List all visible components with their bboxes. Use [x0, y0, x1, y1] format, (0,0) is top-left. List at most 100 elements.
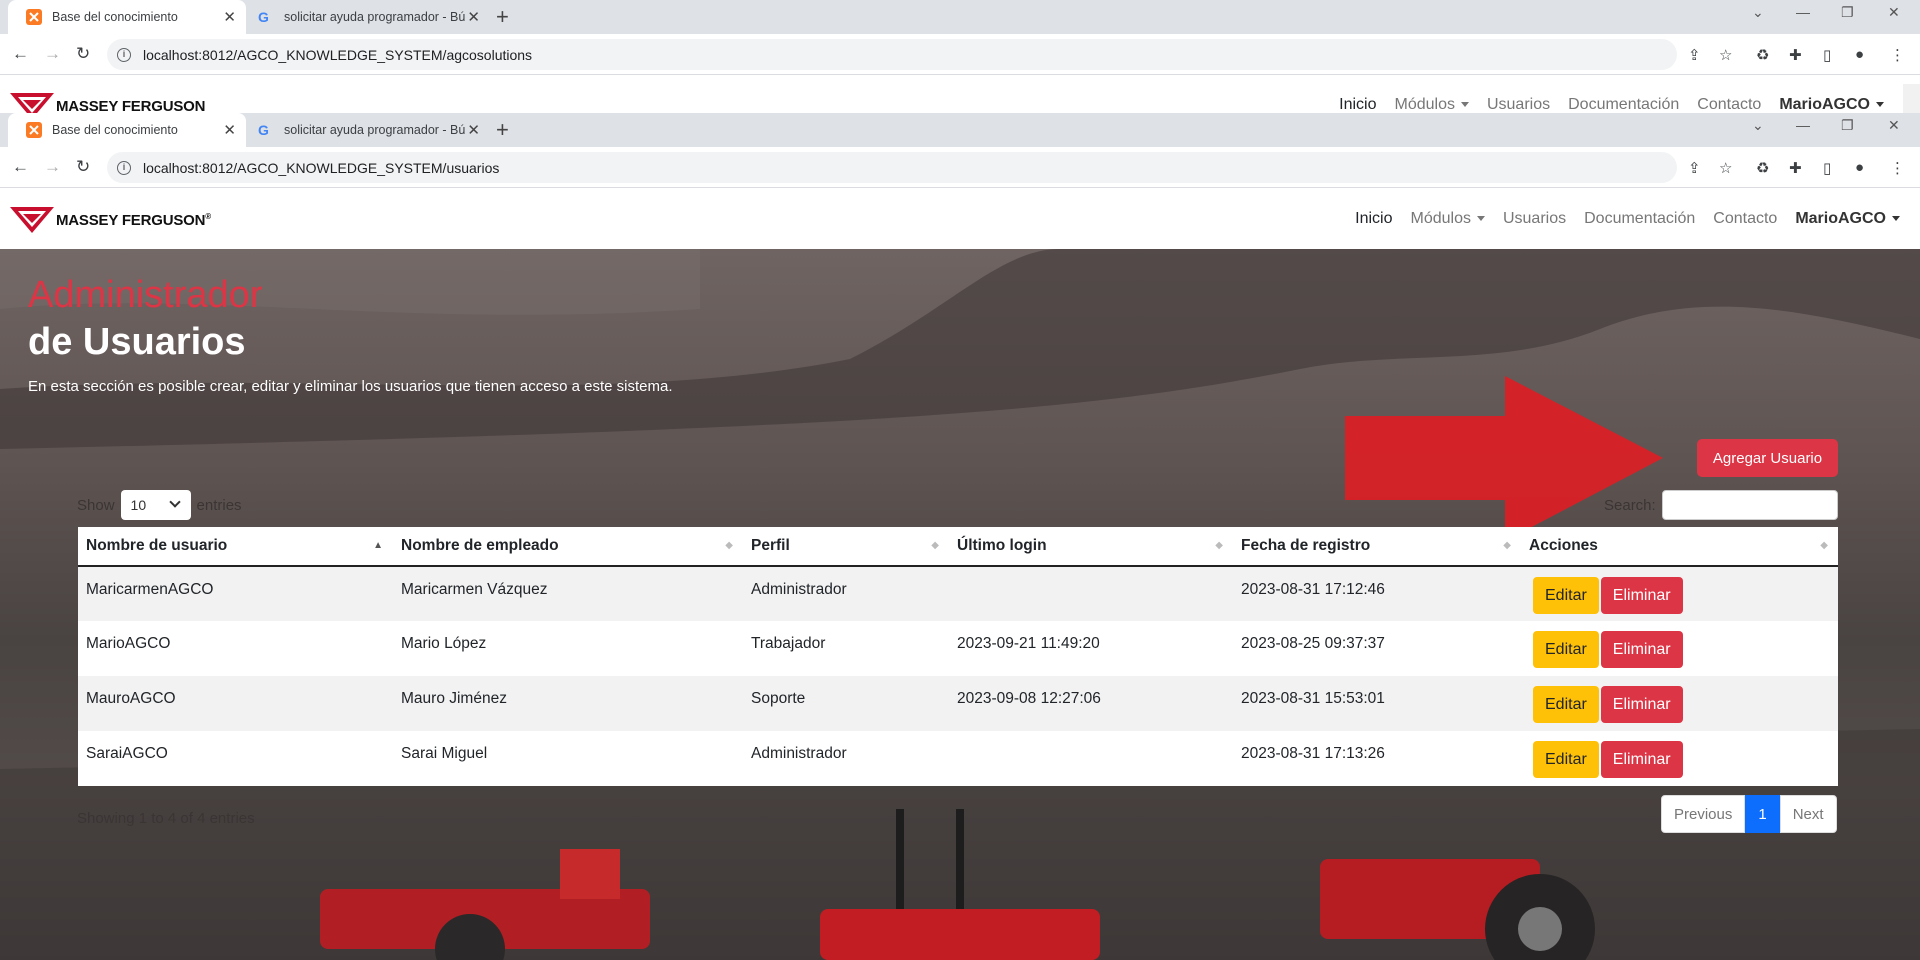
- profile-icon[interactable]: ●: [1855, 46, 1864, 63]
- logo: MASSEY FERGUSON: [10, 91, 205, 115]
- search-input[interactable]: [1661, 490, 1838, 520]
- add-user-button[interactable]: Agregar Usuario: [1697, 439, 1838, 477]
- edit-button[interactable]: Editar: [1533, 631, 1599, 668]
- close-icon[interactable]: ✕: [223, 121, 236, 139]
- users-table: Nombre de usuario ▲ Nombre de empleado ◆ P…: [78, 527, 1838, 786]
- sort-icon: ◆: [725, 540, 733, 551]
- back-icon[interactable]: ←: [12, 44, 29, 64]
- back-icon[interactable]: ←: [12, 157, 29, 177]
- tab-title: solicitar ayuda programador - Bú: [284, 10, 466, 24]
- delete-button[interactable]: Eliminar: [1600, 741, 1683, 778]
- address-bar[interactable]: i localhost:8012/AGCO_KNOWLEDGE_SYSTEM/u…: [107, 152, 1677, 183]
- sort-asc-icon: ▲: [373, 540, 383, 551]
- table-search: Search:: [1604, 490, 1838, 520]
- share-icon[interactable]: ⇪: [1688, 46, 1701, 64]
- new-tab-icon[interactable]: +: [496, 117, 509, 143]
- delete-button[interactable]: Eliminar: [1600, 686, 1683, 723]
- edit-button[interactable]: Editar: [1533, 741, 1599, 778]
- close-icon[interactable]: ✕: [467, 8, 480, 26]
- edit-button[interactable]: Editar: [1533, 686, 1599, 723]
- delete-button[interactable]: Eliminar: [1600, 631, 1683, 668]
- nav-inicio[interactable]: Inicio: [1339, 96, 1376, 114]
- restore-icon[interactable]: ❐: [1841, 117, 1854, 134]
- next-page-button[interactable]: Next: [1779, 795, 1837, 833]
- tab-search-icon[interactable]: ⌄: [1752, 117, 1764, 134]
- nav-modulos[interactable]: Módulos: [1410, 210, 1485, 228]
- close-window-icon[interactable]: ✕: [1888, 117, 1900, 134]
- reload-icon[interactable]: ↻: [76, 44, 90, 64]
- forward-icon[interactable]: →: [44, 44, 61, 64]
- table-row: MarioAGCO Mario López Trabajador 2023-09…: [78, 621, 1838, 676]
- sort-icon: ◆: [1820, 540, 1828, 551]
- tab-background-1[interactable]: Base del conocimiento ✕: [8, 0, 246, 34]
- column-header-username[interactable]: Nombre de usuario ▲: [78, 527, 393, 567]
- page-length-select[interactable]: 10: [120, 490, 191, 520]
- previous-page-button[interactable]: Previous: [1661, 795, 1746, 833]
- minimize-icon[interactable]: —: [1796, 117, 1810, 133]
- tab-search-icon[interactable]: ⌄: [1752, 4, 1764, 21]
- table-header-row: Nombre de usuario ▲ Nombre de empleado ◆ P…: [78, 527, 1838, 567]
- menu-icon[interactable]: ⋮: [1890, 46, 1905, 64]
- new-tab-icon[interactable]: +: [496, 4, 509, 30]
- nav-usuarios[interactable]: Usuarios: [1503, 210, 1566, 228]
- page-title-line2: de Usuarios: [28, 321, 246, 363]
- nav-documentacion[interactable]: Documentación: [1584, 210, 1695, 228]
- logo[interactable]: MASSEY FERGUSON®: [10, 205, 211, 235]
- url-text: localhost:8012/AGCO_KNOWLEDGE_SYSTEM/agc…: [143, 46, 533, 63]
- restore-icon[interactable]: ❐: [1841, 4, 1854, 21]
- nav-contacto[interactable]: Contacto: [1713, 210, 1777, 228]
- nav-documentacion[interactable]: Documentación: [1568, 96, 1679, 114]
- bookmark-star-icon[interactable]: ☆: [1719, 46, 1732, 64]
- nav-inicio[interactable]: Inicio: [1355, 210, 1392, 228]
- delete-button[interactable]: Eliminar: [1600, 577, 1683, 614]
- column-header-employee[interactable]: Nombre de empleado ◆: [393, 527, 743, 567]
- page-description: En esta sección es posible crear, editar…: [28, 378, 673, 395]
- column-header-registration-date[interactable]: Fecha de registro ◆: [1233, 527, 1521, 567]
- address-bar[interactable]: i localhost:8012/AGCO_KNOWLEDGE_SYSTEM/a…: [107, 39, 1677, 70]
- background-browser: Base del conocimiento ✕ G solicitar ayud…: [0, 0, 1920, 75]
- google-icon: G: [258, 9, 269, 25]
- info-icon[interactable]: i: [117, 47, 131, 62]
- info-icon[interactable]: i: [117, 160, 131, 175]
- tab-background-2[interactable]: G solicitar ayuda programador - Bú ✕: [252, 0, 490, 34]
- chevron-down-icon: [168, 496, 181, 508]
- column-header-last-login[interactable]: Último login ◆: [949, 527, 1233, 567]
- nav-contacto[interactable]: Contacto: [1697, 96, 1761, 114]
- nav-user[interactable]: MarioAGCO: [1779, 96, 1884, 114]
- nav-usuarios[interactable]: Usuarios: [1487, 96, 1550, 114]
- extension-icon[interactable]: ♻: [1756, 159, 1769, 177]
- minimize-icon[interactable]: —: [1796, 4, 1810, 20]
- column-header-actions[interactable]: Acciones ◆: [1521, 527, 1838, 567]
- close-window-icon[interactable]: ✕: [1888, 4, 1900, 21]
- menu-icon[interactable]: ⋮: [1890, 159, 1905, 177]
- share-icon[interactable]: ⇪: [1688, 159, 1701, 177]
- tab-inactive[interactable]: G solicitar ayuda programador - Bú ✕: [252, 113, 490, 147]
- sort-icon: ◆: [931, 540, 939, 551]
- edit-button[interactable]: Editar: [1533, 577, 1599, 614]
- nav-user-dropdown[interactable]: MarioAGCO: [1795, 210, 1900, 228]
- close-icon[interactable]: ✕: [223, 8, 236, 26]
- table-row: MauroAGCO Mauro Jiménez Soporte 2023-09-…: [78, 676, 1838, 731]
- tab-active[interactable]: Base del conocimiento ✕: [8, 113, 246, 147]
- puzzle-icon[interactable]: ✚: [1789, 159, 1802, 177]
- url-text: localhost:8012/AGCO_KNOWLEDGE_SYSTEM/usu…: [143, 159, 500, 176]
- reload-icon[interactable]: ↻: [76, 157, 90, 177]
- puzzle-icon[interactable]: ✚: [1789, 46, 1802, 64]
- foreground-browser: Base del conocimiento ✕ G solicitar ayud…: [0, 113, 1920, 188]
- sidepanel-icon[interactable]: ▯: [1823, 159, 1831, 177]
- scrollbar[interactable]: [1903, 84, 1920, 115]
- xampp-icon: [26, 122, 42, 138]
- pagination: Previous 1 Next: [1661, 795, 1837, 833]
- sidepanel-icon[interactable]: ▯: [1823, 46, 1831, 64]
- bookmark-star-icon[interactable]: ☆: [1719, 159, 1732, 177]
- nav-modulos[interactable]: Módulos: [1394, 96, 1469, 114]
- page-1-button[interactable]: 1: [1745, 795, 1780, 833]
- main-menu: Inicio Módulos Usuarios Documentación Co…: [1337, 210, 1900, 228]
- extension-icon[interactable]: ♻: [1756, 46, 1769, 64]
- forward-icon[interactable]: →: [44, 157, 61, 177]
- profile-icon[interactable]: ●: [1855, 159, 1864, 176]
- close-icon[interactable]: ✕: [467, 121, 480, 139]
- tab-title: Base del conocimiento: [52, 123, 178, 137]
- brand-name: MASSEY FERGUSON®: [56, 211, 211, 229]
- column-header-profile[interactable]: Perfil ◆: [743, 527, 949, 567]
